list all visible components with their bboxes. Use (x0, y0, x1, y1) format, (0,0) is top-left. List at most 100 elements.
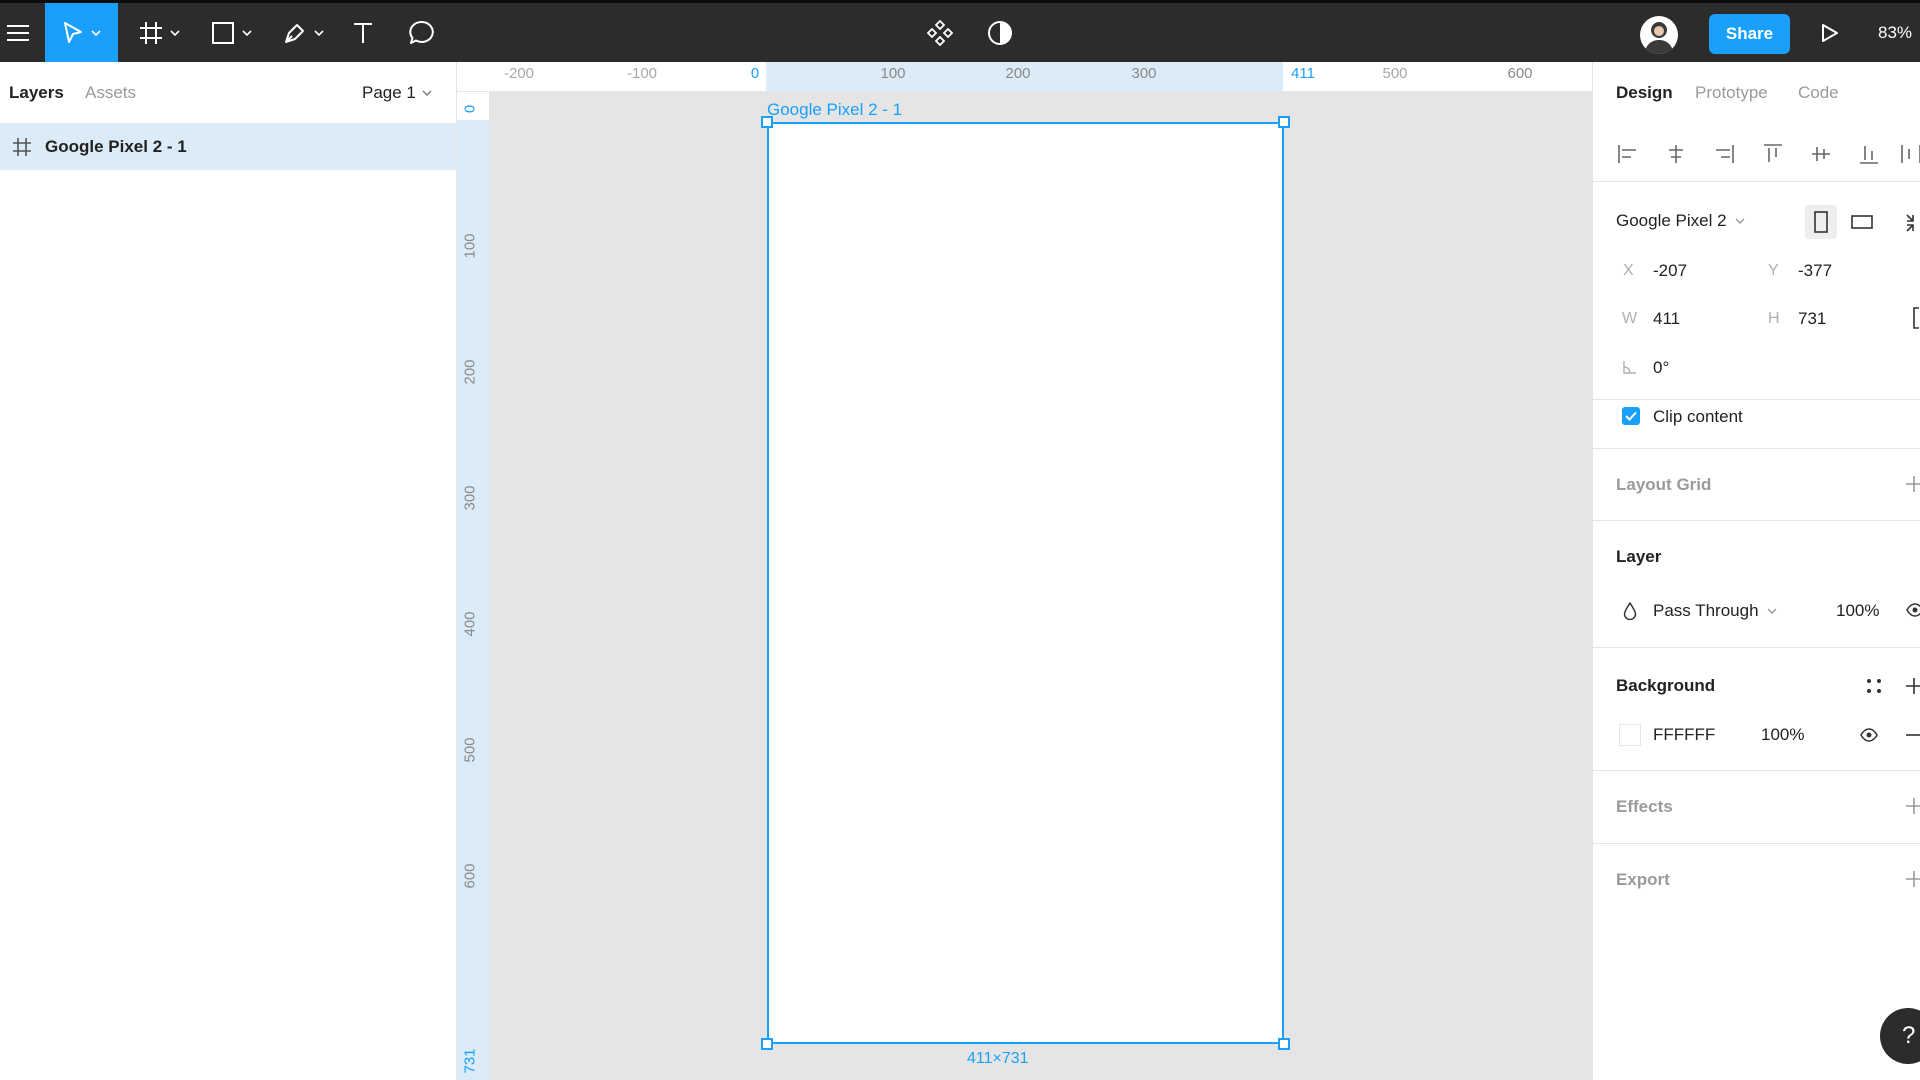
ruler-label: -100 (626, 65, 658, 82)
canvas[interactable]: Google Pixel 2 - 1 411×731 (490, 92, 1592, 1080)
width-input[interactable]: 411 (1653, 309, 1680, 329)
ruler-label: 100 (880, 65, 906, 82)
layer-opacity-input[interactable]: 100% (1836, 601, 1879, 621)
plus-icon[interactable] (1905, 797, 1920, 815)
landscape-icon (1851, 215, 1873, 229)
layer-name: Google Pixel 2 - 1 (45, 137, 187, 156)
ruler-label: -200 (503, 65, 535, 82)
y-input[interactable]: -377 (1798, 261, 1832, 281)
pen-tool-button[interactable] (278, 3, 328, 62)
portrait-toggle[interactable] (1805, 205, 1837, 239)
frame-title[interactable]: Google Pixel 2 - 1 (767, 100, 902, 120)
layer-section-title: Layer (1616, 547, 1662, 566)
chevron-down-icon (313, 29, 324, 36)
user-avatar[interactable] (1640, 16, 1678, 54)
w-label: W (1622, 310, 1638, 327)
align-vertical-center-icon[interactable] (1809, 142, 1833, 166)
shape-tool-button[interactable] (206, 3, 256, 62)
clip-content-checkbox[interactable] (1622, 407, 1640, 425)
background-color-swatch[interactable] (1619, 724, 1641, 746)
mask-button[interactable] (985, 3, 1015, 62)
height-input[interactable]: 731 (1798, 309, 1826, 329)
landscape-toggle[interactable] (1846, 205, 1878, 239)
portrait-icon (1814, 211, 1828, 233)
clip-content-label: Clip content (1653, 407, 1743, 426)
comment-icon (409, 20, 434, 44)
tab-prototype[interactable]: Prototype (1695, 62, 1768, 124)
frame-preset-label: Google Pixel 2 (1616, 211, 1727, 230)
layer-item[interactable]: Google Pixel 2 - 1 (0, 124, 456, 170)
resize-handle-top-left[interactable] (761, 116, 773, 128)
resize-to-fit-icon[interactable] (1905, 212, 1920, 234)
chevron-down-icon (1767, 608, 1777, 614)
frame-tool-button[interactable] (134, 3, 184, 62)
x-input[interactable]: -207 (1653, 261, 1687, 281)
play-icon (1822, 23, 1838, 42)
plus-icon[interactable] (1905, 677, 1920, 695)
avatar-icon (1644, 22, 1674, 54)
tab-design[interactable]: Design (1616, 62, 1673, 124)
blend-mode-select[interactable]: Pass Through (1653, 601, 1777, 621)
align-left-icon[interactable] (1616, 142, 1640, 166)
ruler-label: 300 (461, 485, 479, 511)
vertical-ruler: 0 100 200 300 400 500 600 731 (457, 92, 490, 1080)
align-top-icon[interactable] (1761, 142, 1785, 166)
layers-panel: Layers Assets Page 1 Google Pixel 2 - 1 (0, 62, 457, 1080)
effects-title: Effects (1616, 797, 1673, 816)
frame-preset-select[interactable]: Google Pixel 2 (1616, 211, 1745, 231)
background-opacity-input[interactable]: 100% (1761, 725, 1804, 745)
page-selector[interactable]: Page 1 (362, 62, 432, 124)
resize-handle-bottom-right[interactable] (1278, 1038, 1290, 1050)
tab-code[interactable]: Code (1798, 62, 1839, 124)
ruler-label: 200 (461, 359, 479, 385)
ruler-label: 300 (1131, 65, 1157, 82)
right-panel-tabs: Design Prototype Code (1593, 62, 1920, 124)
zoom-level[interactable]: 83% (1878, 3, 1912, 62)
background-hex-input[interactable]: FFFFFF (1653, 725, 1715, 745)
layout-grid-section: Layout Grid (1593, 448, 1920, 521)
resize-handle-top-right[interactable] (1278, 116, 1290, 128)
eye-icon[interactable] (1860, 726, 1878, 744)
component-icon (926, 19, 954, 46)
chevron-down-icon (1735, 218, 1745, 224)
align-horizontal-center-icon[interactable] (1664, 142, 1688, 166)
layout-grid-title: Layout Grid (1616, 475, 1712, 494)
constrain-proportions-icon[interactable] (1911, 306, 1920, 330)
chevron-down-icon (422, 90, 432, 96)
ruler-label: 500 (1382, 65, 1408, 82)
frame-icon (139, 21, 162, 44)
text-tool-button[interactable] (348, 3, 378, 62)
page-label: Page 1 (362, 83, 416, 102)
ruler-label: 500 (461, 737, 479, 763)
tab-assets[interactable]: Assets (85, 62, 136, 124)
mask-icon (988, 20, 1012, 45)
resize-handle-bottom-left[interactable] (761, 1038, 773, 1050)
align-right-icon[interactable] (1712, 142, 1736, 166)
comment-tool-button[interactable] (406, 3, 438, 62)
plus-icon[interactable] (1905, 475, 1920, 493)
rotation-input[interactable]: 0° (1653, 358, 1669, 378)
x-label: X (1623, 262, 1634, 279)
blend-mode-label: Pass Through (1653, 601, 1759, 620)
styles-grid-icon[interactable] (1866, 678, 1882, 694)
eye-icon[interactable] (1906, 601, 1920, 619)
alignment-toolbar (1593, 124, 1920, 182)
properties-panel: Design Prototype Code Google Pixel 2 X -… (1592, 62, 1920, 1080)
frame-properties-section: Google Pixel 2 X -207 Y -377 W 411 H 731… (1593, 182, 1920, 426)
rotation-icon (1623, 361, 1636, 374)
frame-size-label: 411×731 (967, 1050, 1029, 1067)
frame-hash-icon (13, 138, 31, 156)
present-button[interactable] (1818, 3, 1842, 62)
distribute-icon[interactable] (1899, 142, 1920, 166)
tab-layers[interactable]: Layers (9, 62, 64, 124)
menu-button[interactable] (0, 3, 36, 62)
share-button[interactable]: Share (1709, 14, 1790, 54)
minus-icon[interactable] (1905, 734, 1920, 736)
selected-frame[interactable] (767, 122, 1284, 1044)
plus-icon[interactable] (1905, 870, 1920, 888)
align-bottom-icon[interactable] (1857, 142, 1881, 166)
component-button[interactable] (925, 3, 955, 62)
top-toolbar: Share 83% (0, 0, 1920, 62)
layer-section: Layer Pass Through 100% (1593, 521, 1920, 648)
move-tool-button[interactable] (45, 3, 118, 62)
